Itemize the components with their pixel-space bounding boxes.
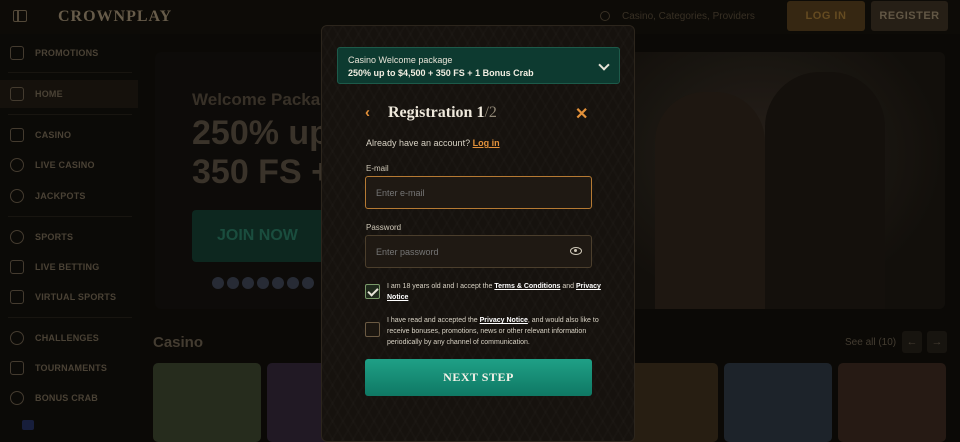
header-login-button[interactable]: LOG IN (787, 1, 865, 31)
sidebar-item-label: JACKPOTS (35, 191, 86, 201)
marketing-checkbox[interactable] (365, 322, 380, 337)
hero-headline-line2: 350 FS + (192, 153, 331, 191)
game-tile[interactable] (724, 363, 832, 442)
sidebar-item-label: TOURNAMENTS (35, 363, 108, 373)
password-label: Password (366, 223, 402, 232)
registration-title: Registration 1/2 (388, 104, 497, 122)
next-step-button[interactable]: NEXT STEP (365, 359, 592, 396)
payment-icon (302, 277, 314, 289)
registration-step-total: /2 (484, 104, 497, 121)
trophy-icon (10, 331, 24, 345)
home-icon (10, 87, 24, 101)
terms-text-pre: I am 18 years old and I accept the (387, 283, 493, 290)
gift-icon (10, 46, 24, 60)
visa-icon (212, 277, 224, 289)
sidebar-item-sports[interactable]: SPORTS (0, 223, 138, 251)
hero-headline-line1: 250% up (192, 114, 330, 152)
sidebar-item-bonus-crab[interactable]: BONUS CRAB (0, 384, 138, 412)
mastercard-icon (227, 277, 239, 289)
sidebar-item-label: LIVE CASINO (35, 160, 95, 170)
payment-methods (212, 277, 314, 289)
divider (8, 216, 132, 217)
crownplay-logo[interactable]: CROWNPLAY (58, 8, 172, 26)
game-tile[interactable] (153, 363, 261, 442)
terms-conditions-link[interactable]: Terms & Conditions (494, 283, 560, 290)
eye-icon[interactable] (570, 247, 582, 255)
carousel-prev-button[interactable]: ← (902, 331, 922, 353)
game-tile[interactable] (838, 363, 946, 442)
sidebar-item-label: HOME (35, 89, 63, 99)
app-root: CROWNPLAY Casino, Categories, Providers … (0, 0, 960, 442)
sidebar: PROMOTIONS HOME CASINO LIVE CASINO JACKP… (0, 34, 140, 442)
terms-text: I am 18 years old and I accept the Terms… (387, 281, 602, 303)
sidebar-item-label: PROMOTIONS (35, 48, 99, 58)
header-register-button[interactable]: REGISTER (871, 1, 948, 31)
sidebar-item-tournaments[interactable]: TOURNAMENTS (0, 354, 138, 382)
sidebar-item-challenges[interactable]: CHALLENGES (0, 324, 138, 352)
sidebar-item-label: SPORTS (35, 232, 74, 242)
sidebar-item-casino[interactable]: CASINO (0, 121, 138, 149)
sidebar-item-virtual-sports[interactable]: VIRTUAL SPORTS (0, 283, 138, 311)
casino-section-title: Casino (153, 334, 204, 351)
spade-icon (10, 158, 24, 172)
registration-title-text: Registration (388, 104, 473, 121)
email-field[interactable] (365, 176, 592, 209)
payment-icon (257, 277, 269, 289)
jackpot-icon (10, 189, 24, 203)
have-account-label: Already have an account? (366, 138, 471, 148)
promo-title: Casino Welcome package (348, 55, 453, 65)
divider (8, 114, 132, 115)
sidebar-item-promotions[interactable]: PROMOTIONS (0, 39, 138, 67)
hero-woman-figure (655, 92, 765, 309)
casino-icon (10, 128, 24, 142)
sidebar-item-label: BONUS CRAB (35, 393, 99, 403)
terms-checkbox[interactable] (365, 284, 380, 299)
sidebar-item-label: LIVE BETTING (35, 262, 100, 272)
language-flag-icon[interactable] (22, 420, 34, 430)
terms-text-and: and (562, 283, 575, 290)
email-label: E-mail (366, 164, 389, 173)
gamepad-icon (10, 290, 24, 304)
payment-icon (242, 277, 254, 289)
chevron-down-icon (598, 59, 610, 71)
join-now-button[interactable]: JOIN NOW (192, 210, 332, 262)
crab-icon (10, 391, 24, 405)
sidebar-item-live-casino[interactable]: LIVE CASINO (0, 151, 138, 179)
sidebar-item-label: CASINO (35, 130, 72, 140)
ball-icon (10, 230, 24, 244)
registration-modal: Casino Welcome package 250% up to $4,500… (321, 25, 635, 442)
back-arrow-icon[interactable]: ‹ (365, 104, 370, 121)
promo-offer: 250% up to $4,500 + 350 FS + 1 Bonus Cra… (348, 68, 534, 78)
marketing-privacy-link[interactable]: Privacy Notice (480, 317, 528, 324)
divider (8, 317, 132, 318)
sidebar-item-label: VIRTUAL SPORTS (35, 292, 117, 302)
divider (8, 72, 132, 73)
cup-icon (10, 361, 24, 375)
have-account-text: Already have an account? Log in (366, 138, 500, 148)
hero-man-figure (765, 72, 885, 309)
payment-icon (287, 277, 299, 289)
sidebar-item-home[interactable]: HOME (0, 80, 138, 108)
sidebar-toggle-icon[interactable] (13, 10, 27, 22)
payment-icon (272, 277, 284, 289)
live-icon (10, 260, 24, 274)
sidebar-item-live-betting[interactable]: LIVE BETTING (0, 253, 138, 281)
see-all-link[interactable]: See all (10) (845, 337, 896, 348)
close-icon[interactable]: ✕ (575, 104, 588, 124)
carousel-next-button[interactable]: → (927, 331, 947, 353)
sidebar-item-label: CHALLENGES (35, 333, 100, 343)
login-link[interactable]: Log in (473, 138, 500, 148)
marketing-text: I have read and accepted the Privacy Not… (387, 315, 602, 348)
hero-title: Welcome Package (192, 90, 341, 109)
sidebar-item-jackpots[interactable]: JACKPOTS (0, 182, 138, 210)
marketing-text-pre: I have read and accepted the (387, 317, 478, 324)
password-field[interactable] (365, 235, 592, 268)
welcome-package-selector[interactable]: Casino Welcome package 250% up to $4,500… (337, 47, 620, 84)
search-input[interactable]: Casino, Categories, Providers (590, 7, 775, 27)
